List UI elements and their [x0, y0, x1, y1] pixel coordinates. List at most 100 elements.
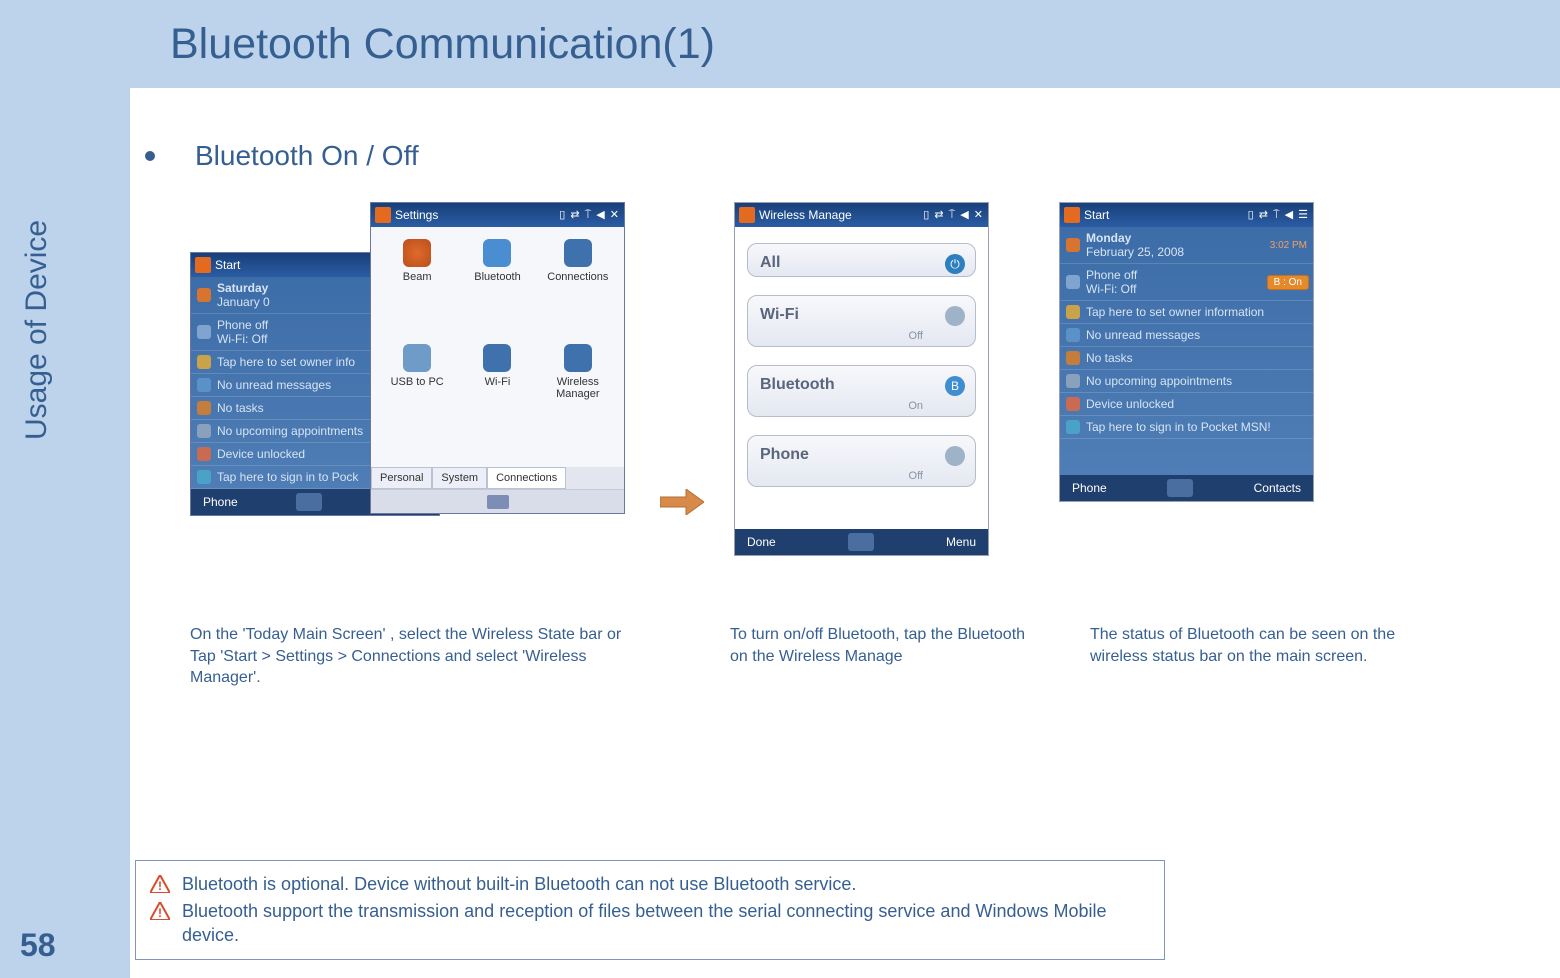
- warning-box: ! Bluetooth is optional. Device without …: [135, 860, 1165, 960]
- owner-icon: [197, 355, 211, 369]
- shot3-lock-row: Device unlocked: [1060, 393, 1313, 416]
- wm-wifi-button[interactable]: Wi-Fi Off: [747, 295, 976, 347]
- settings-tabs: Personal System Connections: [371, 467, 624, 489]
- wm-wifi-status: Off: [760, 330, 963, 342]
- settings-item-wifi[interactable]: Wi-Fi: [457, 344, 537, 447]
- settings-title: Settings: [395, 208, 438, 222]
- captions: On the 'Today Main Screen' , select the …: [130, 624, 1550, 689]
- shot3-body: Monday February 25, 2008 3:02 PM B : On …: [1060, 227, 1313, 475]
- wifi-status: Wi-Fi: Off: [217, 332, 267, 346]
- tasks-icon: [197, 401, 211, 415]
- settings-window: Settings ▯ ⇄ ⍑ ◀ ✕ Beam Bluetooth Connec…: [370, 202, 625, 514]
- bluetooth-icon: [483, 239, 511, 267]
- page-number: 58: [20, 927, 56, 964]
- shot3-tasks: No tasks: [1086, 351, 1133, 365]
- softkey-phone[interactable]: Phone: [203, 495, 238, 509]
- shot3-msgs: No unread messages: [1086, 328, 1200, 342]
- softkey-contacts[interactable]: Contacts: [1254, 481, 1301, 495]
- caption-2: To turn on/off Bluetooth, tap the Blueto…: [730, 624, 1030, 689]
- softkey-menu[interactable]: Menu: [946, 535, 976, 549]
- calendar-icon: [1066, 374, 1080, 388]
- wifi-icon: [483, 344, 511, 372]
- tab-personal[interactable]: Personal: [371, 467, 432, 489]
- warning-2: ! Bluetooth support the transmission and…: [150, 900, 1150, 947]
- phone-icon: [197, 325, 211, 339]
- settings-item-wireless-manager[interactable]: Wireless Manager: [538, 344, 618, 447]
- start-flag-icon: [375, 207, 391, 223]
- msn-icon: [197, 470, 211, 484]
- today-title: Start: [215, 258, 240, 272]
- wm-wifi-label: Wi-Fi: [760, 306, 799, 323]
- msgs-text: No unread messages: [217, 378, 331, 392]
- settings-item-bluetooth[interactable]: Bluetooth: [457, 239, 537, 330]
- tasks-icon: [1066, 351, 1080, 365]
- mail-icon: [197, 378, 211, 392]
- warning-1: ! Bluetooth is optional. Device without …: [150, 873, 1150, 898]
- shot3-titlebar: Start ▯ ⇄ ⍑ ◀ ☰: [1060, 203, 1313, 227]
- clock-icon: [1066, 238, 1080, 252]
- shot3-day: Monday: [1086, 231, 1131, 245]
- status-icons: ▯ ⇄ ⍑ ◀ ☰: [1248, 208, 1309, 222]
- wm-phone-status: Off: [760, 470, 963, 482]
- bullet-icon: [145, 151, 155, 161]
- wireless-manager-icon: [564, 344, 592, 372]
- wm-all-button[interactable]: All ⏻: [747, 243, 976, 277]
- status-icons: ▯ ⇄ ⍑ ◀ ✕: [559, 208, 620, 222]
- sip-icon[interactable]: [848, 533, 874, 551]
- shot3-msgs-row: No unread messages: [1060, 324, 1313, 347]
- wifi-label: Wi-Fi: [485, 376, 511, 388]
- sip-bar: [371, 489, 624, 513]
- sip-icon[interactable]: [296, 493, 322, 511]
- tab-connections[interactable]: Connections: [487, 467, 566, 489]
- shot3-lock: Device unlocked: [1086, 397, 1174, 411]
- msn-icon: [1066, 420, 1080, 434]
- shot3-owner-row: Tap here to set owner information: [1060, 301, 1313, 324]
- lock-icon: [1066, 397, 1080, 411]
- tab-system[interactable]: System: [432, 467, 487, 489]
- start-flag-icon: [195, 257, 211, 273]
- wireless-manager-screen: Wireless Manage ▯ ⇄ ⍑ ◀ ✕ All ⏻ Wi-Fi Of…: [734, 202, 989, 556]
- settings-item-connections[interactable]: Connections: [538, 239, 618, 330]
- lock-text: Device unlocked: [217, 447, 305, 461]
- today-date: January 0: [217, 295, 270, 309]
- wm-body: All ⏻ Wi-Fi Off Bluetooth B On Phone Off: [735, 227, 988, 529]
- bluetooth-label: Bluetooth: [474, 271, 520, 283]
- wifi-status-icon: [945, 306, 965, 326]
- side-label: Usage of Device: [20, 220, 54, 440]
- body: Bluetooth On / Off Start ▯ ⇄ Saturday Ja…: [130, 100, 1550, 689]
- connections-icon: [564, 239, 592, 267]
- today-screen-bt-on: Start ▯ ⇄ ⍑ ◀ ☰ Monday February 25, 2008…: [1059, 202, 1314, 502]
- today-day: Saturday: [217, 281, 268, 295]
- connections-label: Connections: [547, 271, 608, 283]
- section-bullet: Bluetooth On / Off: [135, 140, 1550, 172]
- wm-bluetooth-button[interactable]: Bluetooth B On: [747, 365, 976, 417]
- wireless-label: Wireless Manager: [556, 376, 599, 400]
- warning-1-text: Bluetooth is optional. Device without bu…: [182, 873, 856, 896]
- shot3-time: 3:02 PM: [1270, 240, 1307, 251]
- status-icons: ▯ ⇄ ⍑ ◀ ✕: [923, 208, 984, 222]
- screenshot-today-and-settings: Start ▯ ⇄ Saturday January 0 Pho: [190, 202, 630, 602]
- sip-icon[interactable]: [1167, 479, 1193, 497]
- phone-icon: [1066, 275, 1080, 289]
- wm-all-label: All: [760, 254, 780, 271]
- owner-icon: [1066, 305, 1080, 319]
- shot3-appts: No upcoming appointments: [1086, 374, 1232, 388]
- shot3-wifi: Wi-Fi: Off: [1086, 282, 1136, 296]
- bt-on-badge: B : On: [1267, 275, 1309, 290]
- wm-phone-button[interactable]: Phone Off: [747, 435, 976, 487]
- shot3-date-row: Monday February 25, 2008 3:02 PM: [1060, 227, 1313, 264]
- settings-item-beam[interactable]: Beam: [377, 239, 457, 330]
- softkey-done[interactable]: Done: [747, 535, 776, 549]
- wm-phone-label: Phone: [760, 446, 809, 463]
- shot3-msn: Tap here to sign in to Pocket MSN!: [1086, 420, 1271, 434]
- wm-bt-label: Bluetooth: [760, 376, 835, 393]
- wm-title: Wireless Manage: [759, 208, 852, 222]
- calendar-icon: [197, 424, 211, 438]
- caption-1: On the 'Today Main Screen' , select the …: [190, 624, 630, 689]
- settings-item-usb[interactable]: USB to PC: [377, 344, 457, 447]
- softkey-phone[interactable]: Phone: [1072, 481, 1107, 495]
- shot3-phone: Phone off: [1086, 268, 1137, 282]
- keyboard-icon[interactable]: [487, 495, 509, 509]
- settings-titlebar: Settings ▯ ⇄ ⍑ ◀ ✕: [371, 203, 624, 227]
- arrow-icon: [660, 489, 704, 515]
